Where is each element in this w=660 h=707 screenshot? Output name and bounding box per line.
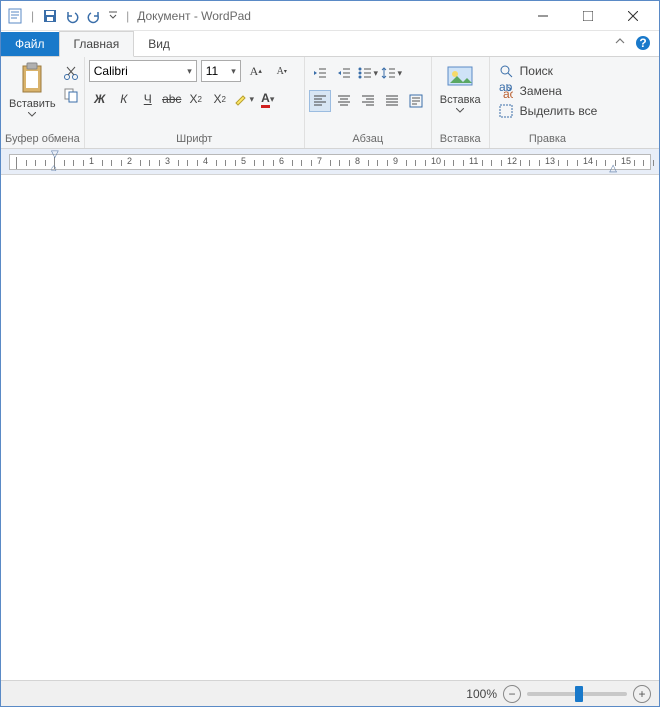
group-font: Calibri▾ 11▾ A▴ A▾ Ж К Ч abc X2 X2 ▾ A▾ …	[85, 57, 305, 148]
chevron-down-icon	[456, 108, 464, 113]
subscript-button[interactable]: X2	[185, 88, 207, 110]
ruler[interactable]: 12345678910111213141516 ▽ ⌂ △	[1, 149, 659, 175]
chevron-down-icon: ▾	[231, 66, 236, 77]
tab-home[interactable]: Главная	[59, 31, 135, 57]
svg-text:ac: ac	[503, 87, 513, 98]
group-editing: Поиск abacЗамена Выделить все Правка	[490, 57, 606, 148]
group-label: Абзац	[309, 131, 427, 148]
redo-icon[interactable]	[84, 6, 104, 26]
document-area[interactable]	[1, 175, 659, 680]
zoom-out-button[interactable]: −	[503, 685, 521, 703]
zoom-thumb[interactable]	[575, 686, 583, 702]
insert-label: Вставка	[440, 94, 481, 106]
maximize-button[interactable]	[565, 2, 610, 30]
find-button[interactable]: Поиск	[496, 62, 600, 80]
group-label: Правка	[494, 131, 602, 148]
align-center-icon[interactable]	[333, 90, 355, 112]
strikethrough-button[interactable]: abc	[161, 88, 183, 110]
italic-button[interactable]: К	[113, 88, 135, 110]
paragraph-dialog-icon[interactable]	[405, 90, 427, 112]
separator: |	[126, 9, 129, 23]
replace-icon: abac	[498, 83, 514, 99]
highlight-button[interactable]: ▾	[233, 88, 255, 110]
insert-picture-button[interactable]: Вставка	[436, 60, 485, 115]
zoom-level: 100%	[466, 687, 497, 701]
select-all-button[interactable]: Выделить все	[496, 102, 600, 120]
app-icon	[5, 6, 25, 26]
save-icon[interactable]	[40, 6, 60, 26]
font-name-combo[interactable]: Calibri▾	[89, 60, 197, 82]
window-title: Документ - WordPad	[137, 9, 251, 23]
decrease-indent-icon[interactable]	[309, 62, 331, 84]
group-label: Буфер обмена	[5, 131, 80, 148]
shrink-font-icon[interactable]: A▾	[271, 60, 293, 82]
indent-marker-top[interactable]: ▽	[51, 149, 59, 160]
bold-button[interactable]: Ж	[89, 88, 111, 110]
chevron-down-icon	[28, 112, 36, 117]
align-left-icon[interactable]	[309, 90, 331, 112]
qat-dropdown-icon[interactable]	[106, 6, 120, 26]
bullets-icon[interactable]: ▾	[357, 62, 379, 84]
zoom-in-button[interactable]: +	[633, 685, 651, 703]
grow-font-icon[interactable]: A▴	[245, 60, 267, 82]
font-color-button[interactable]: A▾	[257, 88, 279, 110]
window-controls	[520, 2, 655, 30]
collapse-ribbon-icon[interactable]	[615, 36, 629, 50]
select-all-icon	[498, 103, 514, 119]
quick-access-toolbar: | |	[5, 6, 133, 26]
search-icon	[498, 63, 514, 79]
zoom-slider[interactable]	[527, 692, 627, 696]
cut-icon[interactable]	[62, 64, 80, 82]
minimize-button[interactable]	[520, 2, 565, 30]
font-size-combo[interactable]: 11▾	[201, 60, 241, 82]
separator: |	[31, 9, 34, 23]
status-bar: 100% − +	[1, 680, 659, 706]
group-clipboard: Вставить Буфер обмена	[1, 57, 85, 148]
underline-button[interactable]: Ч	[137, 88, 159, 110]
increase-indent-icon[interactable]	[333, 62, 355, 84]
ribbon-tabs: Файл Главная Вид ?	[1, 31, 659, 57]
align-justify-icon[interactable]	[381, 90, 403, 112]
title-bar: | | Документ - WordPad	[1, 1, 659, 31]
group-label: Вставка	[436, 131, 485, 148]
help-icon[interactable]: ?	[633, 33, 653, 53]
group-paragraph: ▾ ▾ Абзац	[305, 57, 432, 148]
ribbon: Вставить Буфер обмена Calibri▾ 11▾ A▴ A▾…	[1, 57, 659, 149]
right-indent-marker[interactable]: △	[609, 163, 617, 174]
group-label: Шрифт	[89, 131, 300, 148]
close-button[interactable]	[610, 2, 655, 30]
copy-icon[interactable]	[62, 86, 80, 104]
indent-marker-bottom[interactable]: ⌂	[51, 163, 57, 174]
line-spacing-icon[interactable]: ▾	[381, 62, 403, 84]
group-insert: Вставка Вставка	[432, 57, 490, 148]
tab-file[interactable]: Файл	[1, 32, 59, 56]
chevron-down-icon: ▾	[187, 66, 192, 77]
superscript-button[interactable]: X2	[209, 88, 231, 110]
tab-view[interactable]: Вид	[134, 32, 184, 56]
undo-icon[interactable]	[62, 6, 82, 26]
svg-text:?: ?	[639, 36, 646, 50]
paste-button[interactable]: Вставить	[5, 60, 60, 119]
paste-label: Вставить	[9, 98, 56, 110]
align-right-icon[interactable]	[357, 90, 379, 112]
replace-button[interactable]: abacЗамена	[496, 82, 600, 100]
